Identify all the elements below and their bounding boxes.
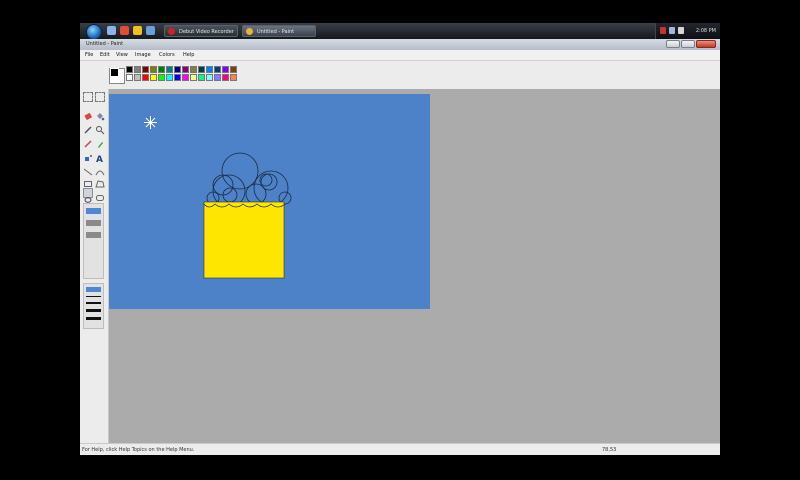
airbrush-icon[interactable] (83, 148, 93, 161)
magnifier-icon[interactable] (95, 120, 105, 135)
window-title: Untitled - Paint (86, 41, 124, 47)
line-width-5[interactable] (86, 317, 101, 320)
paint-icon (246, 28, 253, 35)
volume-icon[interactable] (678, 27, 684, 34)
foreground-color-swatch[interactable] (110, 68, 119, 77)
yellow-square (203, 201, 285, 279)
status-help-text: For Help, click Help Topics on the Help … (82, 447, 195, 453)
palette-swatch[interactable] (142, 74, 149, 81)
rounded-rectangle-icon[interactable] (95, 188, 105, 201)
minimize-button[interactable] (666, 40, 680, 48)
palette-swatch[interactable] (198, 66, 205, 73)
maximize-button[interactable] (681, 40, 695, 48)
pencil-icon[interactable] (83, 134, 93, 148)
line-width-4[interactable] (86, 309, 101, 312)
menu-image[interactable]: Image (135, 50, 151, 60)
cursor-coordinates: 78,53 (602, 447, 617, 453)
curve-icon[interactable] (95, 162, 105, 176)
ellipse-cursor-icon (144, 116, 157, 129)
fill-option-outline-fill[interactable] (86, 220, 101, 226)
brush-icon[interactable] (95, 134, 105, 148)
palette-swatch[interactable] (134, 74, 141, 81)
line-icon[interactable] (83, 162, 93, 176)
palette-swatch[interactable] (214, 74, 221, 81)
drawing-workarea (109, 89, 720, 445)
taskbar-button-recorder[interactable]: Debut Video Recorder (164, 25, 238, 37)
clock[interactable]: 2:08 PM (696, 23, 716, 39)
palette-swatch[interactable] (206, 66, 213, 73)
window-titlebar[interactable]: Untitled - Paint (80, 39, 720, 50)
menu-file[interactable]: File (85, 50, 93, 60)
palette-swatch[interactable] (142, 66, 149, 73)
palette-swatch[interactable] (230, 74, 237, 81)
palette-swatch[interactable] (174, 74, 181, 81)
circle-outlines (206, 152, 292, 208)
record-icon (168, 28, 175, 35)
folder-icon[interactable] (133, 26, 142, 35)
show-desktop-icon[interactable] (107, 26, 116, 35)
palette-swatch[interactable] (126, 66, 133, 73)
palette-swatch[interactable] (134, 66, 141, 73)
status-bar: For Help, click Help Topics on the Help … (80, 443, 720, 455)
palette-swatch[interactable] (158, 74, 165, 81)
system-tray: 2:08 PM (655, 23, 720, 39)
palette-swatch[interactable] (166, 74, 173, 81)
color-picker-icon[interactable] (83, 120, 93, 134)
eraser-icon[interactable] (83, 106, 93, 121)
line-width-2[interactable] (86, 296, 101, 297)
palette-swatch[interactable] (126, 74, 133, 81)
close-button[interactable] (696, 40, 716, 48)
palette-swatch[interactable] (222, 66, 229, 73)
line-width-box (83, 283, 104, 329)
palette-swatch[interactable] (150, 74, 157, 81)
menu-bar: File Edit View Image Colors Help (80, 50, 720, 61)
palette-swatch[interactable] (182, 66, 189, 73)
menu-edit[interactable]: Edit (100, 50, 110, 60)
palette-swatch[interactable] (174, 66, 181, 73)
text-icon[interactable]: A (95, 148, 105, 165)
taskbar-button-label: Untitled - Paint (257, 29, 295, 35)
polygon-icon[interactable] (95, 174, 105, 188)
canvas-drawing (144, 116, 292, 279)
line-width-3[interactable] (86, 302, 101, 304)
palette-swatch[interactable] (222, 74, 229, 81)
palette-swatch[interactable] (206, 74, 213, 81)
free-form-select-icon[interactable] (83, 92, 93, 102)
desktop-screen: Debut Video Recorder Untitled - Paint 2:… (80, 23, 720, 455)
rectangle-icon[interactable] (83, 174, 93, 187)
tool-options-box (83, 203, 104, 279)
menu-view[interactable]: View (116, 50, 128, 60)
quick-launch-icon[interactable] (146, 26, 155, 35)
fill-option-fill[interactable] (86, 232, 101, 238)
network-icon[interactable] (669, 27, 675, 34)
taskbar: Debut Video Recorder Untitled - Paint 2:… (80, 23, 720, 40)
menu-help[interactable]: Help (183, 50, 194, 60)
palette-swatch[interactable] (182, 74, 189, 81)
fill-bucket-icon[interactable] (95, 106, 105, 121)
fill-option-outline[interactable] (86, 208, 101, 214)
line-width-1[interactable] (86, 287, 101, 292)
palette-swatch[interactable] (150, 66, 157, 73)
tray-icon[interactable] (660, 27, 666, 34)
menu-colors[interactable]: Colors (159, 50, 175, 60)
taskbar-button-paint[interactable]: Untitled - Paint (242, 25, 316, 37)
palette-swatch[interactable] (230, 66, 237, 73)
palette-swatch[interactable] (190, 74, 197, 81)
toolbox: A (80, 89, 109, 445)
ellipse-icon[interactable] (83, 188, 93, 203)
color-box (80, 61, 720, 89)
browser-icon[interactable] (120, 26, 129, 35)
select-icon[interactable] (95, 92, 105, 102)
taskbar-button-label: Debut Video Recorder (179, 29, 234, 35)
palette-swatch[interactable] (214, 66, 221, 73)
palette-swatch[interactable] (166, 66, 173, 73)
drawing-canvas[interactable] (109, 94, 430, 309)
start-button[interactable] (86, 24, 102, 40)
palette-swatch[interactable] (198, 74, 205, 81)
palette-swatch[interactable] (158, 66, 165, 73)
palette-swatch[interactable] (190, 66, 197, 73)
